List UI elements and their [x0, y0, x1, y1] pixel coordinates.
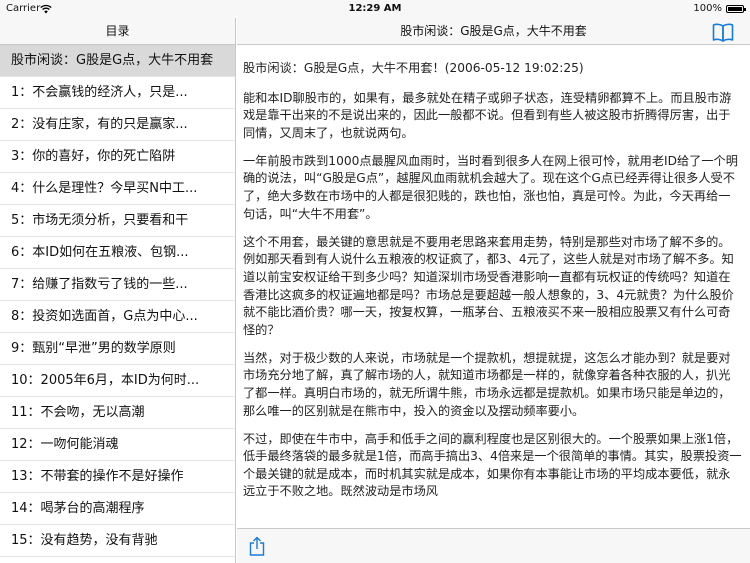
toc-item[interactable]: 8：投资如选面首，G点为中心... [0, 301, 235, 333]
clock: 12:29 AM [348, 3, 402, 14]
book-icon[interactable] [712, 22, 734, 42]
toc-item[interactable]: 5：市场无须分析，只要看和干 [0, 205, 235, 237]
toc-item[interactable]: 4：什么是理性？今早买N中工... [0, 173, 235, 205]
toc-item[interactable]: 13：不带套的操作不是好操作 [0, 461, 235, 493]
toc-item[interactable]: 11：不会吻，无以高潮 [0, 397, 235, 429]
toc-item[interactable]: 15：没有趋势，没有背驰 [0, 525, 235, 557]
toc-item[interactable]: 1：不会赢钱的经济人，只是... [0, 77, 235, 109]
article-nav-bar: 股市闲谈：G股是G点，大牛不用套 [237, 18, 750, 45]
toc-item[interactable]: 3：你的喜好，你的死亡陷阱 [0, 141, 235, 173]
toc-item[interactable]: 7：给赚了指数亏了钱的一些... [0, 269, 235, 301]
toc-panel: 目录 股市闲谈：G股是G点，大牛不用套 1：不会赢钱的经济人，只是... 2：没… [0, 18, 236, 563]
article-panel: 股市闲谈：G股是G点，大牛不用套 股市闲谈：G股是G点，大牛不用套！(2006-… [237, 18, 750, 563]
share-icon[interactable] [249, 536, 265, 556]
article-nav-title: 股市闲谈：G股是G点，大牛不用套 [400, 24, 587, 38]
battery-icon [726, 5, 746, 13]
status-bar: Carrier 12:29 AM 100% [0, 0, 750, 18]
toc-list: 股市闲谈：G股是G点，大牛不用套 1：不会赢钱的经济人，只是... 2：没有庄家… [0, 45, 235, 557]
toc-item[interactable]: 12：一吻何能消魂 [0, 429, 235, 461]
battery-percentage: 100% [693, 3, 722, 14]
article-heading: 股市闲谈：G股是G点，大牛不用套！(2006-05-12 19:02:25) [243, 61, 584, 75]
toc-title: 目录 [105, 24, 130, 38]
toc-item[interactable]: 股市闲谈：G股是G点，大牛不用套 [0, 45, 235, 77]
article-paragraph: 当然，对于极少数的人来说，市场就是一个提款机，想提就提，这怎么才能办到？就是要对… [243, 350, 731, 418]
toc-item[interactable]: 10：2005年6月，本ID为何时... [0, 365, 235, 397]
article-paragraph: 不过，即使在牛市中，高手和低手之间的赢利程度也是区别很大的。一个股票如果上涨1倍… [243, 431, 742, 499]
toc-item[interactable]: 14：喝茅台的高潮程序 [0, 493, 235, 525]
bottom-toolbar [237, 528, 750, 563]
toc-item[interactable]: 6：本ID如何在五粮液、包钢... [0, 237, 235, 269]
toc-item[interactable]: 2：没有庄家，有的只是赢家... [0, 109, 235, 141]
article-paragraph: 这个不用套，最关键的意思就是不要用老思路来套用走势，特别是那些对市场了解不多的。… [243, 234, 734, 337]
article-paragraph: 一年前股市跌到1000点最腥风血雨时，当时看到很多人在网上很可怜，就用老ID给了… [243, 153, 738, 221]
article-content: 股市闲谈：G股是G点，大牛不用套！(2006-05-12 19:02:25) 能… [237, 46, 750, 528]
toc-nav-bar: 目录 [0, 18, 235, 45]
toc-item[interactable]: 9：甄别“早泄”男的数学原则 [0, 333, 235, 365]
article-paragraph: 能和本ID聊股市的，如果有，最多就处在精子或卵子状态，连受精卵都算不上。而且股市… [243, 90, 732, 140]
